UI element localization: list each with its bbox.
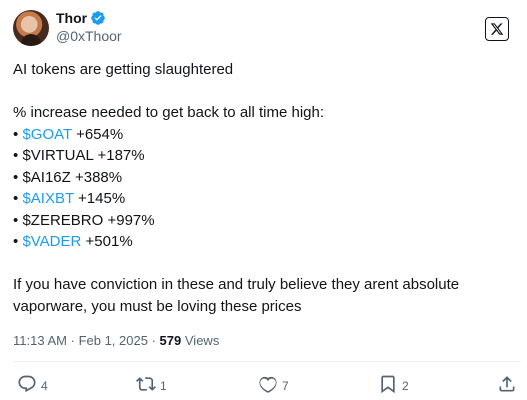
action-bar: 4 1 7 2 [0, 370, 527, 400]
author-name[interactable]: Thor [56, 10, 87, 26]
list-bullet: • [13, 125, 19, 143]
list-item: • $VIRTUAL +187% [13, 145, 513, 167]
bookmark-button[interactable]: 2 [378, 374, 409, 397]
heart-icon [258, 374, 278, 397]
reply-button[interactable]: 4 [17, 374, 48, 397]
author-handle[interactable]: @0xThoor [56, 28, 122, 44]
author-name-row: Thor [56, 10, 106, 26]
like-button[interactable]: 7 [258, 374, 289, 397]
ticker-text: $AI16Z [22, 168, 71, 186]
repost-icon [136, 374, 156, 397]
percent-change: +997% [107, 211, 155, 229]
list-item: • $ZEREBRO +997% [13, 210, 513, 232]
post-time[interactable]: 11:13 AM [13, 333, 67, 348]
share-button[interactable] [497, 374, 517, 397]
list-bullet: • [13, 190, 19, 207]
list-item: • $VADER +501% [13, 231, 513, 253]
percent-change: +654% [76, 125, 124, 143]
tweet-intro: AI tokens are getting slaughtered [13, 61, 234, 78]
meta-separator: · [70, 333, 75, 348]
views-count: 579 [159, 333, 182, 348]
bookmark-icon [378, 374, 398, 397]
ticker-text: $ZEREBRO [22, 211, 104, 229]
list-bullet: • [13, 233, 19, 250]
share-icon [497, 374, 517, 397]
avatar[interactable] [13, 10, 49, 46]
list-item: • $GOAT +654% [13, 124, 513, 146]
reply-icon [17, 374, 37, 397]
cashtag-link[interactable]: $VADER [22, 233, 81, 250]
percent-change: +187% [97, 147, 145, 164]
tweet-body: AI tokens are getting slaughtered % incr… [13, 59, 513, 253]
reply-count: 4 [41, 378, 48, 393]
repost-button[interactable]: 1 [136, 374, 167, 397]
tweet-header: Thor @0xThoor [13, 8, 525, 48]
tweet-closing: If you have conviction in these and trul… [13, 276, 460, 315]
bookmark-count: 2 [402, 378, 409, 393]
tweet-subhead: % increase needed to get back to all tim… [13, 104, 325, 121]
cashtag-link[interactable]: $AIXBT [22, 190, 73, 207]
meta-separator: · [151, 333, 156, 348]
verified-badge-icon [90, 10, 106, 26]
like-count: 7 [282, 378, 289, 393]
post-date[interactable]: Feb 1, 2025 [79, 333, 148, 348]
divider [13, 361, 521, 362]
ticker-text: $VIRTUAL [22, 147, 94, 164]
tweet: Thor @0xThoor AI tokens are getting slau… [0, 0, 527, 400]
list-bullet: • [13, 211, 19, 229]
percent-change: +501% [85, 233, 133, 250]
list-bullet: • [13, 147, 19, 164]
views-label: Views [184, 333, 220, 348]
list-item: • $AIXBT +145% [13, 188, 513, 210]
percent-change: +145% [78, 190, 126, 207]
list-bullet: • [13, 168, 19, 186]
cashtag-link[interactable]: $GOAT [22, 126, 71, 143]
tweet-meta: 11:13 AM · Feb 1, 2025 · 579 Views [13, 333, 219, 348]
list-item: • $AI16Z +388% [13, 167, 513, 189]
x-logo-icon[interactable] [485, 17, 509, 41]
repost-count: 1 [160, 378, 167, 393]
percent-change: +388% [74, 168, 123, 186]
